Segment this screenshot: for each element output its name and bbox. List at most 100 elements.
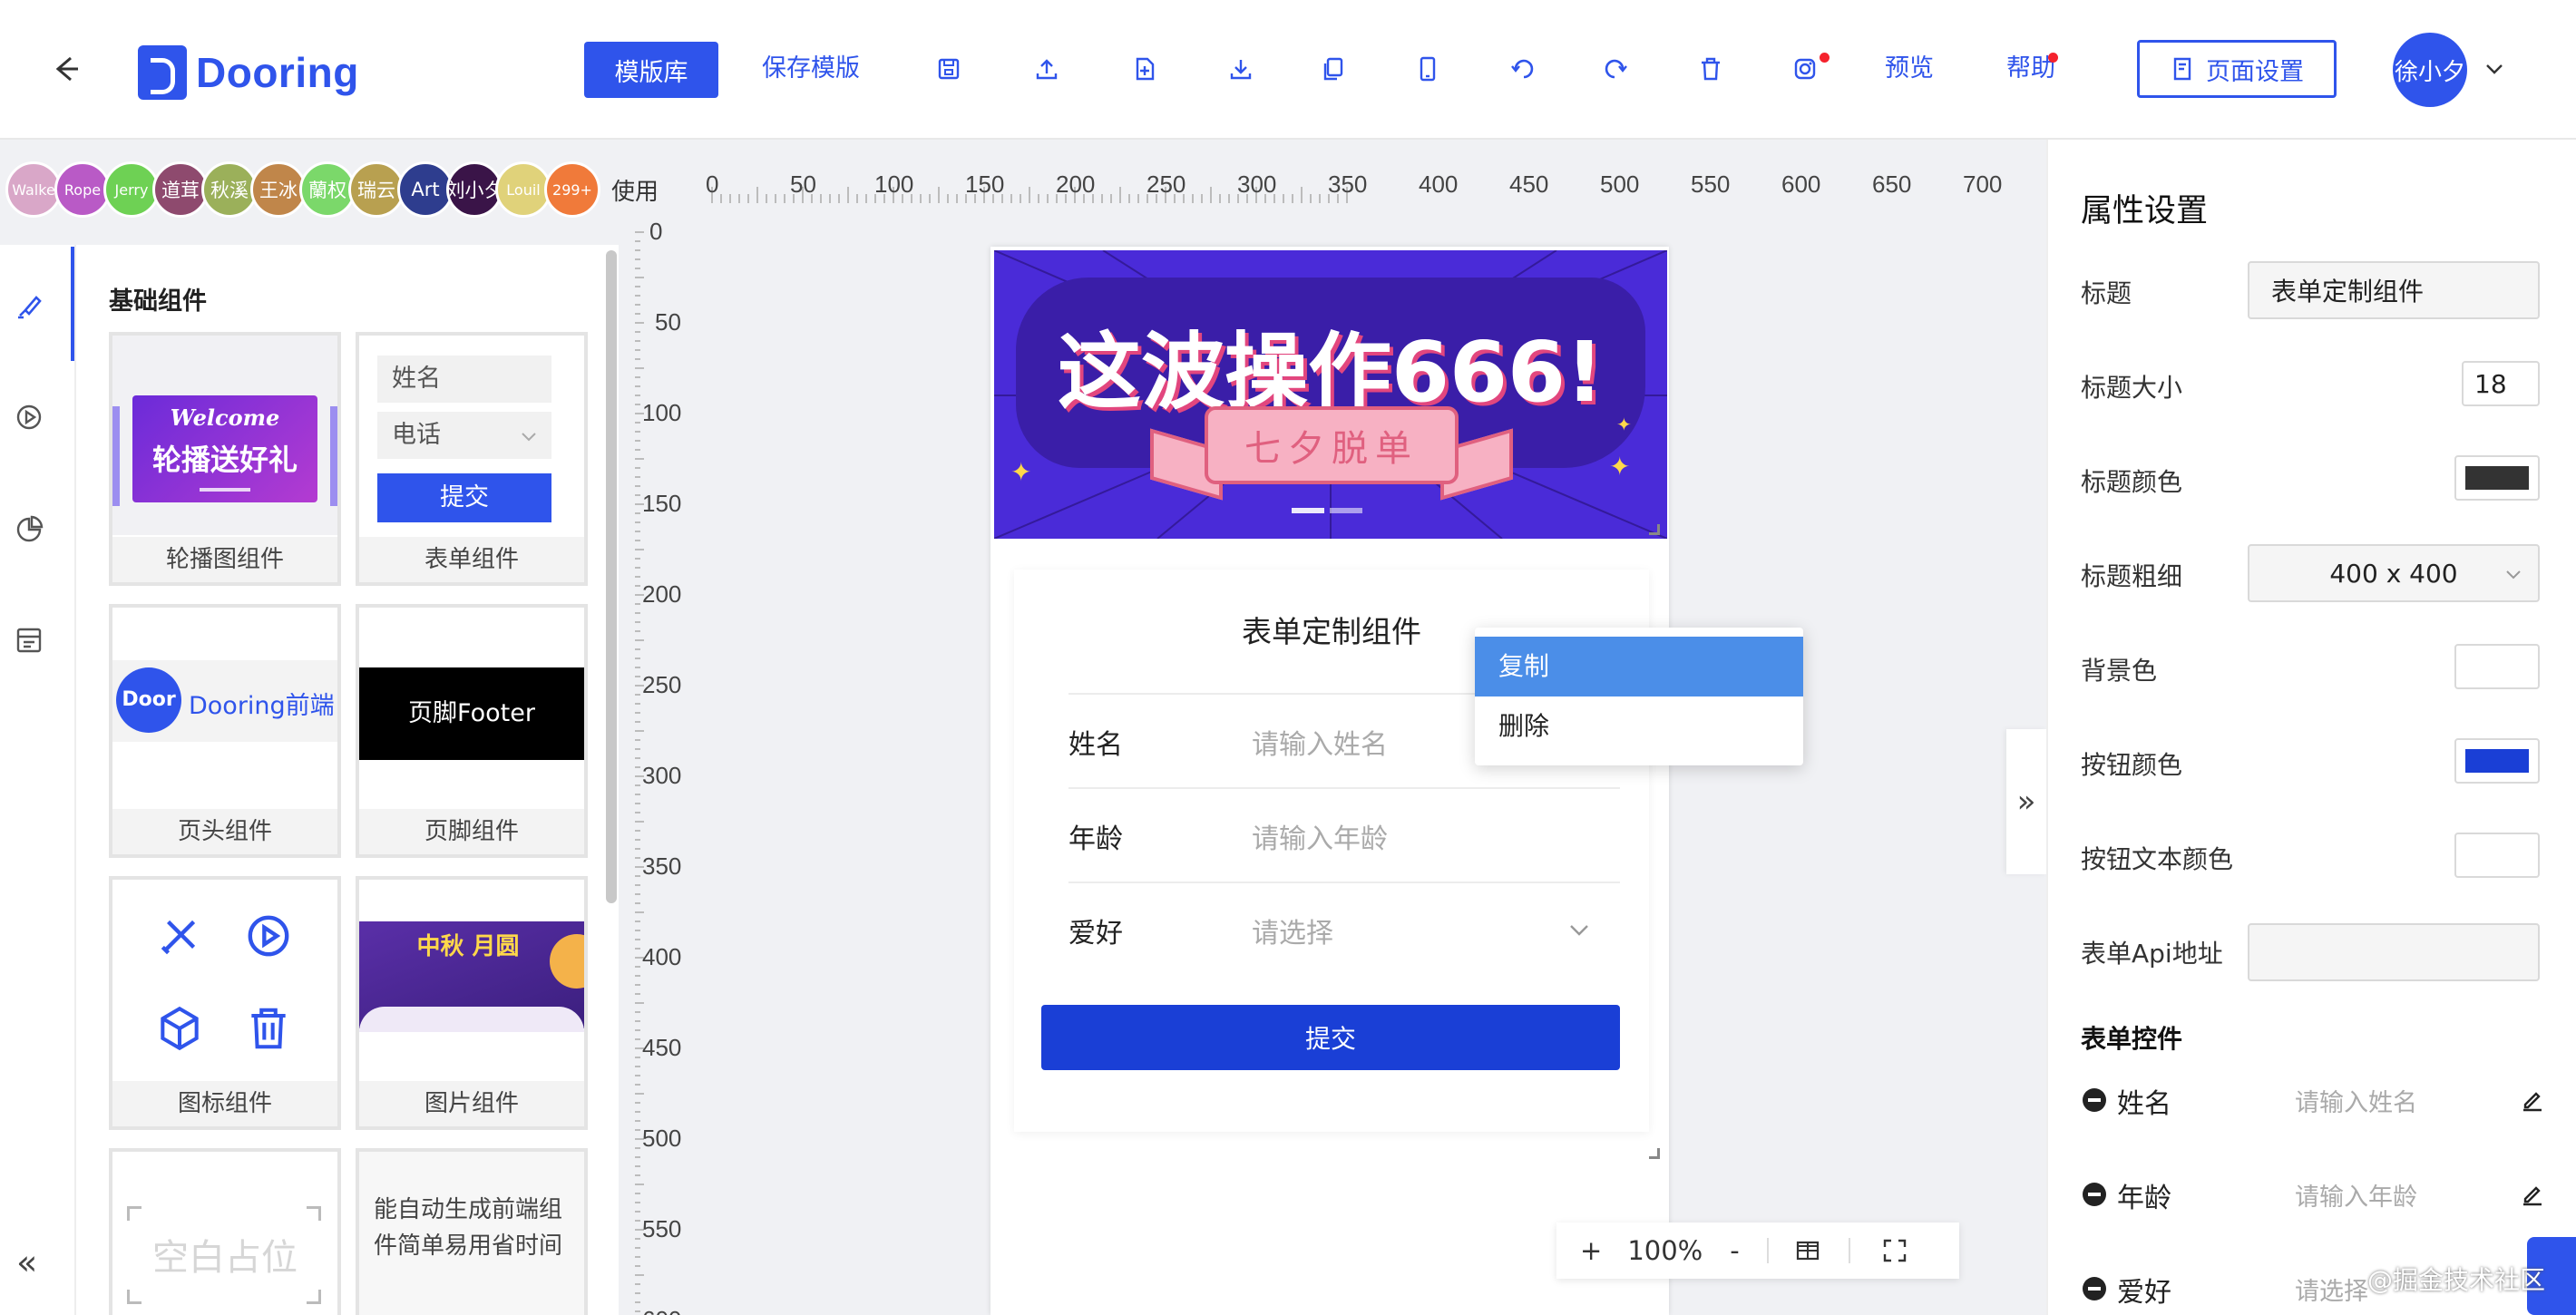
download-icon[interactable] (1225, 53, 1257, 85)
hobby-select[interactable]: 请选择 (1252, 911, 1333, 950)
name-input[interactable]: 请输入姓名 (1252, 722, 1388, 762)
title-weight-select[interactable]: 400 x 400 (2248, 544, 2540, 602)
brush-icon[interactable] (13, 290, 45, 323)
fullscreen-icon[interactable] (1881, 1237, 1908, 1264)
title-weight-label: 标题粗细 (2081, 561, 2183, 591)
collaborator-avatar[interactable]: Art (397, 161, 454, 218)
user-avatar[interactable]: 徐小夕 (2393, 33, 2467, 107)
upload-icon[interactable] (1030, 53, 1063, 85)
ruler-label: 450 (642, 1034, 682, 1061)
ruler-label: 650 (1872, 170, 1912, 198)
page-settings-button[interactable]: 页面设置 (2137, 40, 2337, 98)
zoom-in-button[interactable]: + (1580, 1235, 1602, 1266)
collaborator-avatar[interactable]: Walke (5, 161, 62, 218)
ruler-label: 300 (642, 762, 682, 789)
header-thumbnail: Door Dooring前端 (112, 608, 337, 807)
form-control-item[interactable]: 姓名 请输入姓名 (2081, 1081, 2552, 1121)
collaborator-avatar[interactable]: Louil (495, 161, 551, 218)
button-text-color-picker[interactable] (2454, 833, 2540, 878)
instagram-icon[interactable] (1789, 53, 1821, 85)
placeholder-component-card[interactable]: 空白占位 (109, 1148, 341, 1315)
collaborator-avatar[interactable]: Jerry (103, 161, 160, 218)
form-row-age[interactable]: 年龄 请输入年龄 (1068, 787, 1620, 882)
redo-icon[interactable] (1600, 53, 1633, 85)
chevron-down-icon[interactable] (1566, 916, 1593, 943)
carousel-component-card[interactable]: Welcome 轮播送好礼 轮播图组件 (109, 332, 341, 586)
minus-circle-icon[interactable] (2081, 1086, 2108, 1114)
save-icon[interactable] (932, 53, 965, 85)
collaborator-avatar[interactable]: 蘭权 (299, 161, 356, 218)
collaborator-avatar[interactable]: Rope (54, 161, 111, 218)
trash-icon (251, 1008, 286, 1049)
image-component-card[interactable]: 中秋 月圆 图片组件 (356, 876, 588, 1130)
resize-handle[interactable] (1649, 1148, 1660, 1159)
edit-icon[interactable] (2518, 1085, 2547, 1114)
title-size-label: 标题大小 (2081, 373, 2183, 403)
collaborator-avatar[interactable]: 299+ (544, 161, 600, 218)
back-arrow-icon[interactable] (51, 51, 87, 87)
template-icon[interactable] (13, 624, 45, 657)
resize-handle[interactable] (1649, 524, 1660, 535)
grid-icon[interactable] (1794, 1237, 1821, 1264)
context-delete[interactable]: 删除 (1475, 696, 1803, 756)
undo-icon[interactable] (1506, 53, 1538, 85)
collapse-right-icon[interactable]: » (2006, 729, 2046, 874)
bg-color-picker[interactable] (2454, 644, 2540, 689)
title-color-label: 标题颜色 (2081, 467, 2183, 497)
collaborator-avatar[interactable]: 瑞云 (348, 161, 405, 218)
carousel-indicators[interactable] (1292, 508, 1362, 513)
context-copy[interactable]: 复制 (1475, 637, 1803, 696)
app-logo[interactable]: Dooring (138, 44, 359, 102)
icon-caption: 图标组件 (112, 1081, 337, 1126)
ruler-label: 600 (642, 1306, 681, 1315)
form-row-hobby[interactable]: 爱好 请选择 (1068, 882, 1620, 976)
edit-icon[interactable] (2518, 1179, 2547, 1208)
icon-component-card[interactable]: 图标组件 (109, 876, 341, 1130)
copy-icon[interactable] (1317, 53, 1350, 85)
footer-component-card[interactable]: 页脚Footer 页脚组件 (356, 604, 588, 858)
minus-circle-icon[interactable] (2081, 1275, 2108, 1302)
ruler-label: 0 (649, 218, 663, 245)
age-input[interactable]: 请输入年龄 (1252, 816, 1388, 856)
play-circle-icon[interactable] (13, 401, 45, 433)
save-template-button[interactable]: 保存模版 (762, 51, 860, 87)
header-component-card[interactable]: Door Dooring前端 页头组件 (109, 604, 341, 858)
collapse-left-icon[interactable]: « (16, 1242, 37, 1282)
preview-button[interactable]: 预览 (1885, 51, 1934, 87)
placeholder-thumbnail: 空白占位 (112, 1152, 337, 1315)
ruler-label: 450 (1509, 170, 1549, 198)
library-scrollbar[interactable] (606, 250, 617, 903)
footer-thumb-text: 页脚Footer (359, 667, 584, 760)
collaborator-avatar[interactable]: 秋溪 (201, 161, 258, 218)
ruler-label: 100 (874, 170, 914, 198)
form-component-card[interactable]: 姓名 电话 提交 表单组件 (356, 332, 588, 586)
chevron-down-icon (522, 433, 536, 442)
collaborator-avatars: Walke Rope Jerry 道茸 秋溪 王冰 蘭权 瑞云 Art 刘小夕 Louil 299+ … (5, 161, 659, 218)
chevron-down-icon[interactable] (2482, 56, 2507, 82)
form-control-item[interactable]: 年龄 请输入年龄 (2081, 1175, 2552, 1215)
placeholder-thumb-text: 空白占位 (152, 1237, 298, 1279)
api-url-input[interactable] (2248, 923, 2540, 981)
template-library-button[interactable]: 模版库 (584, 42, 718, 98)
collaborator-avatar[interactable]: 刘小夕 (446, 161, 503, 218)
button-color-picker[interactable] (2454, 738, 2540, 784)
form-control-name: 爱好 (2117, 1277, 2171, 1309)
dooring-logo-icon (138, 45, 187, 100)
pie-chart-icon[interactable] (13, 513, 45, 546)
new-file-icon[interactable] (1128, 53, 1161, 85)
title-color-picker[interactable] (2454, 455, 2540, 501)
image-caption: 图片组件 (359, 1081, 584, 1126)
text-component-card[interactable]: 能自动生成前端组件简单易用省时间 (356, 1148, 588, 1315)
collaborator-avatar[interactable]: 王冰 (250, 161, 307, 218)
delete-icon[interactable] (1694, 53, 1727, 85)
collaborator-avatar[interactable]: 道茸 (152, 161, 209, 218)
left-sidebar-rail (0, 245, 74, 1315)
mobile-icon[interactable] (1411, 53, 1444, 85)
submit-button[interactable]: 提交 (1041, 1005, 1620, 1070)
title-input[interactable]: 表单定制组件 (2248, 261, 2540, 319)
banner-carousel[interactable]: 这波操作666! 七夕脱单 ✦ ✦ ✦ (994, 250, 1667, 539)
zoom-out-button[interactable]: - (1730, 1235, 1739, 1266)
library-section-title: 基础组件 (109, 287, 207, 316)
minus-circle-icon[interactable] (2081, 1181, 2108, 1208)
title-size-input[interactable]: 18 (2462, 361, 2540, 406)
